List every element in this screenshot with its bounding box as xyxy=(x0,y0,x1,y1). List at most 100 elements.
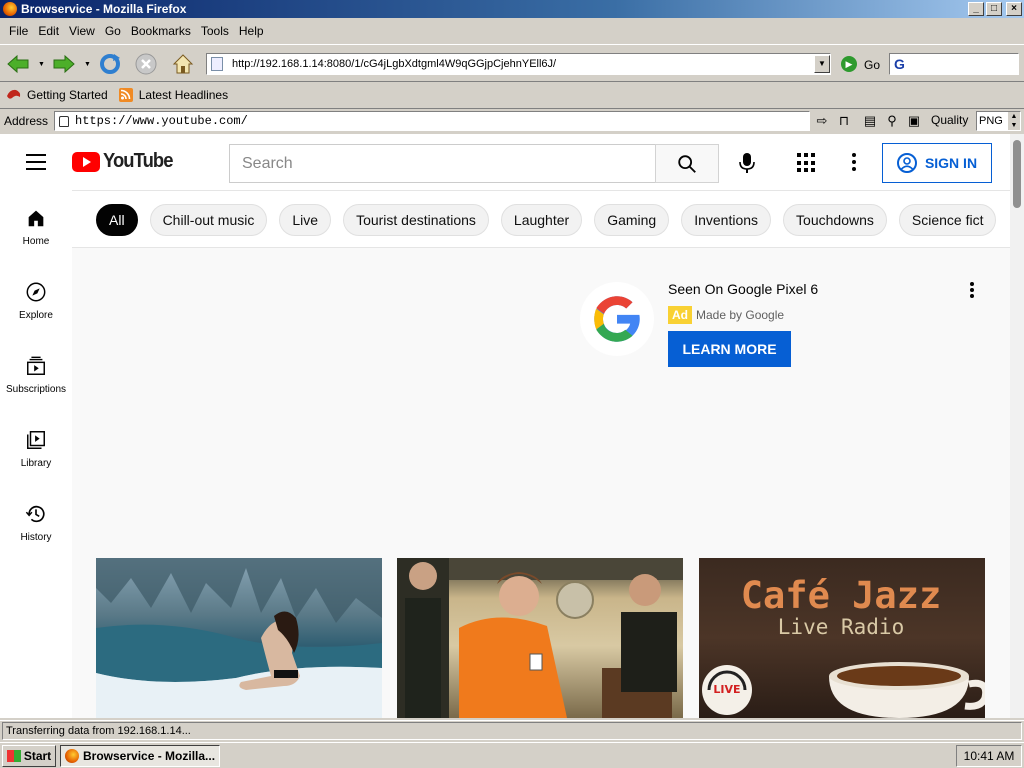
chip-inventions[interactable]: Inventions xyxy=(681,204,772,236)
menu-help[interactable]: Help xyxy=(234,24,269,38)
chip-filter-bar: All Chill-out music Live Tourist destina… xyxy=(72,190,1010,248)
menu-bookmarks[interactable]: Bookmarks xyxy=(126,24,196,38)
thumb-title: Café Jazz xyxy=(741,574,941,617)
window-title-bar[interactable]: Browservice - Mozilla Firefox _ □ × xyxy=(0,0,1024,18)
forward-arrow-icon xyxy=(53,54,75,74)
taskbar-item-label: Browservice - Mozilla... xyxy=(83,749,216,763)
browservice-toolbar: Address https://www.youtube.com/ ⇨ ⊓ ▤ ⚲… xyxy=(0,108,1024,132)
page-viewport: YouTube Search SIGN IN Home Explore Subs… xyxy=(0,134,1024,718)
url-dropdown-icon[interactable]: ▼ xyxy=(814,55,830,73)
courtroom-image xyxy=(397,558,683,718)
navigate-arrow-icon[interactable]: ⇨ xyxy=(814,113,830,129)
chip-gaming[interactable]: Gaming xyxy=(594,204,670,236)
reload-button[interactable] xyxy=(98,52,122,76)
ad-sponsor: Made by Google xyxy=(696,308,785,322)
windows-flag-icon xyxy=(6,750,21,762)
find-icon[interactable]: ⚲ xyxy=(884,113,900,129)
menu-edit[interactable]: Edit xyxy=(33,24,64,38)
guide-sidebar: Home Explore Subscriptions Library Histo… xyxy=(0,190,72,718)
apps-grid-icon[interactable] xyxy=(797,153,817,173)
minimize-button[interactable]: _ xyxy=(968,2,984,16)
sign-in-button[interactable]: SIGN IN xyxy=(882,143,992,183)
back-dropdown-icon[interactable]: ▼ xyxy=(38,61,45,68)
snowy-river-image xyxy=(96,558,382,718)
menu-go[interactable]: Go xyxy=(100,24,126,38)
search-button[interactable] xyxy=(655,144,719,183)
chip-all[interactable]: All xyxy=(96,204,138,236)
window-title: Browservice - Mozilla Firefox xyxy=(21,2,187,16)
sidebar-item-subscriptions[interactable]: Subscriptions xyxy=(0,338,72,412)
chip-science-fiction[interactable]: Science fict xyxy=(898,204,997,236)
forward-button[interactable] xyxy=(52,52,76,76)
ad-title[interactable]: Seen On Google Pixel 6 xyxy=(668,281,818,297)
learn-more-button[interactable]: LEARN MORE xyxy=(668,331,791,367)
history-icon xyxy=(24,502,48,526)
chip-list: All Chill-out music Live Tourist destina… xyxy=(96,204,997,236)
start-label: Start xyxy=(23,749,52,763)
bookmark-icon[interactable]: ⊓ xyxy=(836,113,852,129)
youtube-logo[interactable]: YouTube xyxy=(72,150,179,173)
back-button[interactable] xyxy=(6,52,30,76)
menu-icon[interactable] xyxy=(26,154,46,170)
url-field[interactable]: http://192.168.1.14:8080/1/cG4jLgbXdtgml… xyxy=(206,53,831,75)
sidebar-item-history[interactable]: History xyxy=(0,486,72,560)
cafe-jazz-image: Café Jazz Live Radio LIVE xyxy=(702,574,985,718)
search-field[interactable]: G xyxy=(889,53,1019,75)
bookmark-latest-headlines[interactable]: Latest Headlines xyxy=(118,88,228,102)
search-input[interactable]: Search xyxy=(229,144,656,183)
menu-tools[interactable]: Tools xyxy=(196,24,234,38)
quality-value: PNG xyxy=(979,115,1003,127)
address-field[interactable]: https://www.youtube.com/ xyxy=(54,111,810,131)
scrollbar-thumb[interactable] xyxy=(1013,140,1021,208)
chip-chill-out-music[interactable]: Chill-out music xyxy=(149,204,268,236)
google-logo-icon[interactable] xyxy=(580,282,654,356)
video-thumbnail[interactable] xyxy=(397,558,683,718)
back-arrow-icon xyxy=(7,54,29,74)
forward-dropdown-icon[interactable]: ▼ xyxy=(84,61,91,68)
settings-more-icon[interactable] xyxy=(851,153,857,171)
stop-button[interactable] xyxy=(134,52,158,76)
sidebar-item-label: Library xyxy=(20,458,52,469)
video-thumbnail[interactable] xyxy=(96,558,382,718)
address-url: https://www.youtube.com/ xyxy=(75,114,248,128)
bookmark-label: Latest Headlines xyxy=(138,88,229,102)
subscriptions-icon xyxy=(24,354,48,378)
maximize-button[interactable]: □ xyxy=(986,2,1002,16)
home-button[interactable] xyxy=(171,52,195,76)
chip-laughter[interactable]: Laughter xyxy=(500,204,583,236)
youtube-wordmark: YouTube xyxy=(103,150,173,172)
go-icon[interactable]: ▶ xyxy=(841,56,857,72)
sidebar-item-library[interactable]: Library xyxy=(0,412,72,486)
menu-bar: File Edit View Go Bookmarks Tools Help xyxy=(0,20,1024,42)
account-icon xyxy=(896,153,917,173)
quality-label: Quality xyxy=(931,113,969,127)
sidebar-item-explore[interactable]: Explore xyxy=(0,264,72,338)
menu-view[interactable]: View xyxy=(64,24,100,38)
thumb-subtitle: Live Radio xyxy=(778,615,904,639)
bookmarks-toolbar: Getting Started Latest Headlines xyxy=(0,84,1024,106)
bookmarks-list-icon[interactable]: ▤ xyxy=(862,113,878,129)
menu-file[interactable]: File xyxy=(4,24,33,38)
page-icon xyxy=(211,57,223,71)
clipboard-icon[interactable]: ▣ xyxy=(906,113,922,129)
quality-spinner-icon[interactable]: ▲ ▼ xyxy=(1008,112,1020,130)
taskbar-item-browservice[interactable]: Browservice - Mozilla... xyxy=(60,745,220,767)
sidebar-item-home[interactable]: Home xyxy=(0,190,72,264)
sidebar-item-label: Explore xyxy=(19,310,53,321)
video-thumbnail[interactable]: Café Jazz Live Radio LIVE xyxy=(699,558,985,718)
status-bar: Transferring data from 192.168.1.14... xyxy=(0,720,1024,740)
quality-selector[interactable]: PNG ▲ ▼ xyxy=(976,111,1021,131)
voice-search-button[interactable] xyxy=(736,151,758,175)
library-icon xyxy=(24,428,48,452)
start-button[interactable]: Start xyxy=(2,745,56,767)
chip-touchdowns[interactable]: Touchdowns xyxy=(783,204,887,236)
chip-tourist-destinations[interactable]: Tourist destinations xyxy=(343,204,489,236)
bookmark-label: Getting Started xyxy=(27,88,108,102)
live-badge: LIVE xyxy=(713,683,740,696)
close-button[interactable]: × xyxy=(1006,2,1022,16)
chip-live[interactable]: Live xyxy=(279,204,332,236)
bookmark-getting-started[interactable]: Getting Started xyxy=(6,88,108,102)
ad-menu-icon[interactable] xyxy=(969,282,975,298)
page-scrollbar[interactable] xyxy=(1010,134,1024,718)
go-button[interactable]: Go xyxy=(864,58,880,72)
